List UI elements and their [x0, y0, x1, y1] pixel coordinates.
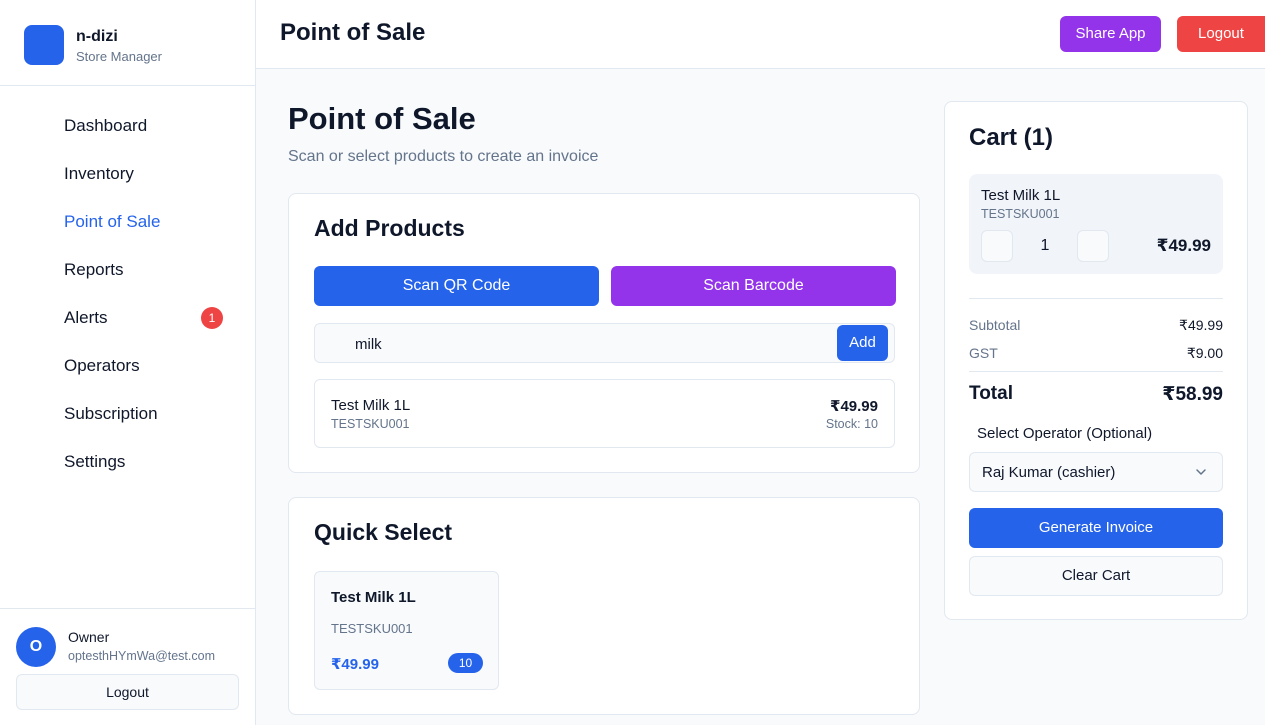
top-bar: Point of Sale Share App Logout [256, 0, 1265, 69]
total-value: ₹58.99 [1162, 384, 1223, 405]
product-search-input[interactable] [355, 334, 835, 354]
brand-header: n-dizi Store Manager [0, 0, 255, 86]
add-product-button[interactable]: Add [837, 325, 888, 361]
cart-divider [969, 298, 1223, 299]
sidebar-item-alerts[interactable]: Alerts [64, 308, 107, 328]
header-title: Point of Sale [280, 19, 426, 46]
add-products-title: Add Products [314, 215, 465, 241]
user-email: optesthHYmWa@test.com [68, 649, 215, 663]
result-name: Test Milk 1L [331, 397, 411, 414]
quick-item-price: ₹49.99 [331, 656, 379, 673]
page-title: Point of Sale [288, 101, 476, 136]
cart-item-sku: TESTSKU001 [981, 207, 1060, 221]
alerts-count-badge: 1 [201, 307, 223, 329]
increase-quantity-button[interactable] [1077, 230, 1109, 262]
sidebar-item-settings[interactable]: Settings [64, 452, 125, 472]
result-stock: Stock: 10 [825, 417, 878, 431]
sidebar-item-operators[interactable]: Operators [64, 356, 140, 376]
operator-selected-value: Raj Kumar (cashier) [982, 464, 1116, 481]
result-sku: TESTSKU001 [331, 417, 410, 431]
quick-select-card: Quick Select Test Milk 1L TESTSKU001 ₹49… [288, 497, 920, 715]
sidebar-item-dashboard[interactable]: Dashboard [64, 116, 147, 136]
cart-item-name: Test Milk 1L [981, 187, 1061, 204]
user-panel: O Owner optesthHYmWa@test.com Logout [0, 608, 255, 725]
scan-barcode-button[interactable]: Scan Barcode [611, 266, 896, 306]
scan-qr-button[interactable]: Scan QR Code [314, 266, 599, 306]
cart-item-quantity: 1 [1040, 237, 1050, 254]
quick-select-item[interactable]: Test Milk 1L TESTSKU001 ₹49.99 10 [314, 571, 499, 690]
cart-item-price: ₹49.99 [1156, 236, 1211, 255]
total-divider [969, 371, 1223, 372]
sidebar: n-dizi Store Manager Dashboard Inventory… [0, 0, 256, 725]
quick-item-sku: TESTSKU001 [331, 621, 413, 636]
user-name: Owner [68, 629, 110, 645]
clear-cart-button[interactable]: Clear Cart [969, 556, 1223, 596]
operator-label: Select Operator (Optional) [977, 425, 1153, 442]
search-result-item[interactable]: Test Milk 1L TESTSKU001 ₹49.99 Stock: 10 [314, 379, 895, 448]
gst-label: GST [969, 345, 998, 361]
brand-name: n-dizi [76, 28, 118, 45]
total-label: Total [969, 383, 1013, 404]
add-products-card: Add Products Scan QR Code Scan Barcode A… [288, 193, 920, 473]
logout-button[interactable]: Logout [1177, 16, 1265, 52]
gst-value: ₹9.00 [1186, 345, 1223, 361]
subtotal-label: Subtotal [969, 317, 1021, 333]
operator-select[interactable]: Raj Kumar (cashier) [969, 452, 1223, 492]
cart-title: Cart (1) [969, 124, 1054, 151]
brand-logo [24, 25, 64, 65]
quick-select-title: Quick Select [314, 519, 453, 545]
quick-item-stock-badge: 10 [448, 653, 483, 673]
sidebar-item-inventory[interactable]: Inventory [64, 164, 134, 184]
sidebar-item-point-of-sale[interactable]: Point of Sale [64, 212, 160, 232]
sidebar-logout-button[interactable]: Logout [16, 674, 239, 710]
product-search-bar: Add [314, 323, 895, 363]
chevron-down-icon [1196, 469, 1206, 475]
result-price: ₹49.99 [830, 398, 878, 415]
share-app-button[interactable]: Share App [1060, 16, 1161, 52]
brand-subtitle: Store Manager [76, 49, 162, 64]
quick-item-name: Test Milk 1L [331, 589, 416, 606]
avatar: O [16, 627, 56, 667]
cart-item: Test Milk 1L TESTSKU001 1 ₹49.99 [969, 174, 1223, 274]
decrease-quantity-button[interactable] [981, 230, 1013, 262]
sidebar-item-reports[interactable]: Reports [64, 260, 124, 280]
generate-invoice-button[interactable]: Generate Invoice [969, 508, 1223, 548]
sidebar-item-subscription[interactable]: Subscription [64, 404, 158, 424]
page-subtitle: Scan or select products to create an inv… [288, 148, 599, 165]
subtotal-value: ₹49.99 [1179, 317, 1223, 333]
cart-panel: Cart (1) Test Milk 1L TESTSKU001 1 ₹49.9… [944, 101, 1248, 620]
